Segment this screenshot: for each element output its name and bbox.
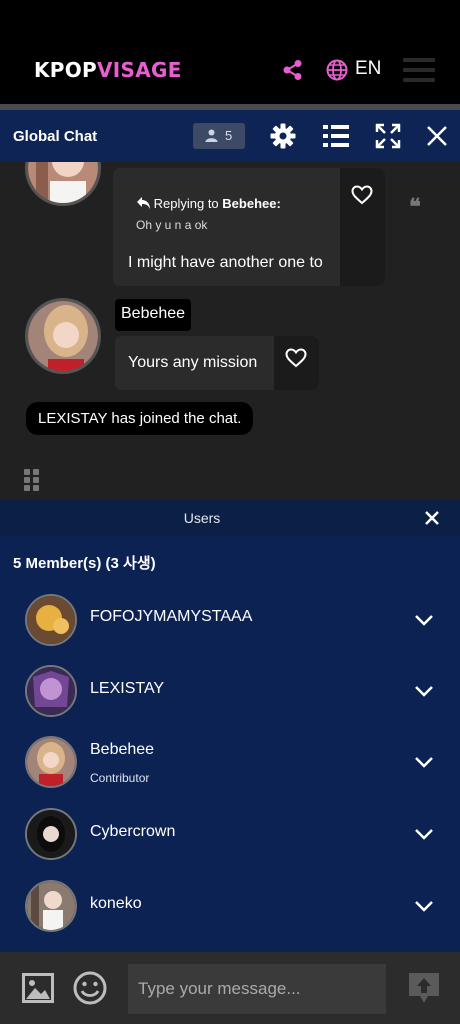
avatar xyxy=(25,665,77,717)
avatar xyxy=(25,880,77,932)
message-bubble: Yours any mission xyxy=(115,336,288,390)
avatar-photo xyxy=(28,301,98,371)
send-icon[interactable] xyxy=(408,972,440,1004)
avatar xyxy=(25,594,77,646)
system-join-message: LEXISTAY has joined the chat. xyxy=(26,402,254,435)
avatar xyxy=(25,808,77,860)
reply-message-bubble: Replying to Bebehee: ❝ Oh y u n a ok I m… xyxy=(113,168,421,286)
user-icon xyxy=(205,129,218,142)
reply-header: Replying to Bebehee: xyxy=(137,196,281,211)
user-name: koneko xyxy=(90,895,142,912)
chevron-down-icon[interactable] xyxy=(414,824,434,844)
avatar[interactable] xyxy=(25,162,101,206)
quoted-text: Oh y u n a ok xyxy=(136,218,208,232)
share-icon[interactable] xyxy=(282,59,304,81)
heart-icon xyxy=(351,185,373,205)
chevron-down-icon[interactable] xyxy=(414,681,434,701)
reply-arrow-icon xyxy=(137,197,150,209)
avatar-photo xyxy=(28,162,98,203)
message-composer xyxy=(0,952,460,1024)
message-input[interactable] xyxy=(128,964,386,1014)
user-name: LEXISTAY xyxy=(90,680,165,697)
users-panel: Users 5 Member(s) (3 사생) FOFOJYMAMYSTAAA… xyxy=(0,500,460,952)
gear-icon[interactable] xyxy=(270,123,296,149)
message-text: Yours any mission xyxy=(128,354,258,371)
close-icon[interactable] xyxy=(424,510,440,526)
user-role: Contributor xyxy=(90,771,150,785)
like-button[interactable] xyxy=(274,336,319,390)
chevron-down-icon[interactable] xyxy=(414,610,434,630)
close-icon[interactable] xyxy=(426,125,448,147)
fullscreen-icon[interactable] xyxy=(375,123,401,149)
language-selector[interactable]: EN xyxy=(355,58,381,80)
emoji-icon[interactable] xyxy=(73,971,107,1005)
chat-header: Global Chat 5 xyxy=(0,110,460,162)
user-list-item[interactable]: LEXISTAY xyxy=(0,661,460,721)
message-text: I might have another one to xyxy=(128,254,323,271)
message-author[interactable]: Bebehee xyxy=(115,299,192,331)
user-list-item[interactable]: koneko xyxy=(0,876,460,936)
user-list-item[interactable]: FOFOJYMAMYSTAAA xyxy=(0,590,460,650)
heart-icon xyxy=(285,348,307,368)
logo-visage: VISAGE xyxy=(97,58,182,82)
chat-title: Global Chat xyxy=(13,128,98,145)
hamburger-menu-icon[interactable] xyxy=(403,58,435,82)
users-panel-header: Users xyxy=(0,500,460,536)
user-name: Bebehee xyxy=(90,741,155,758)
chevron-down-icon[interactable] xyxy=(414,896,434,916)
members-summary: 5 Member(s) (3 사생) xyxy=(13,555,156,572)
user-name: FOFOJYMAMYSTAAA xyxy=(90,608,253,625)
online-users-count: 5 xyxy=(225,128,233,143)
avatar xyxy=(25,736,77,788)
online-users-badge[interactable]: 5 xyxy=(193,123,245,149)
avatar[interactable] xyxy=(25,298,101,374)
replying-prefix: Replying to xyxy=(153,196,219,211)
site-header: KPOPVISAGE EN xyxy=(0,0,460,104)
drag-handle-icon[interactable] xyxy=(24,469,42,491)
site-logo[interactable]: KPOPVISAGE xyxy=(34,58,182,82)
globe-icon[interactable] xyxy=(326,59,348,81)
quote-icon: ❝ xyxy=(409,194,421,220)
image-upload-icon[interactable] xyxy=(22,973,54,1003)
like-button[interactable] xyxy=(340,168,385,286)
replying-to-name: Bebehee: xyxy=(222,196,281,211)
chat-messages[interactable]: Replying to Bebehee: ❝ Oh y u n a ok I m… xyxy=(0,162,460,500)
user-list-item[interactable]: Cybercrown xyxy=(0,804,460,864)
logo-kpop: KPOP xyxy=(34,58,98,82)
users-panel-title: Users xyxy=(183,510,221,526)
list-icon[interactable] xyxy=(323,123,349,149)
user-name: Cybercrown xyxy=(90,823,176,840)
chevron-down-icon[interactable] xyxy=(414,752,434,772)
user-list-item[interactable]: Bebehee Contributor xyxy=(0,732,460,792)
